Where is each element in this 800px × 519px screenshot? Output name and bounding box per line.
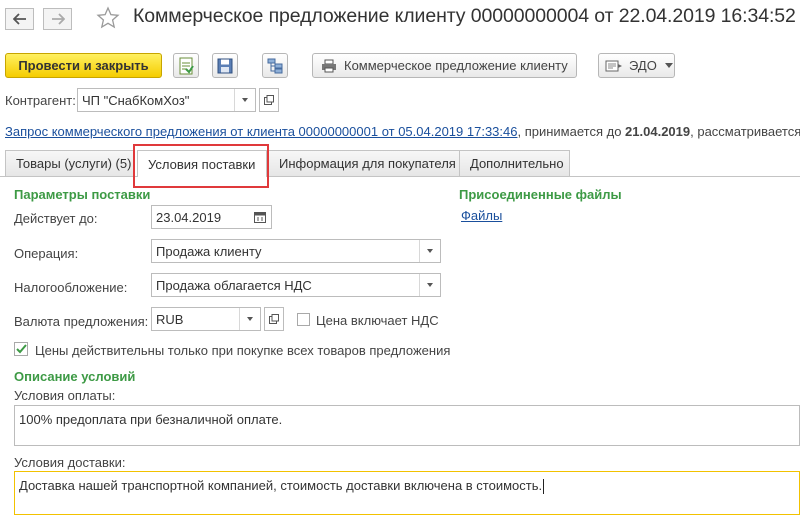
post-and-close-button[interactable]: Провести и закрыть xyxy=(5,53,162,78)
operation-select[interactable]: Продажа клиенту xyxy=(151,239,441,263)
currency-field[interactable]: RUB xyxy=(151,307,261,331)
post-button[interactable] xyxy=(173,53,199,78)
open-icon xyxy=(269,314,279,324)
tab-buyer-info[interactable]: Информация для покупателя xyxy=(268,150,460,176)
price-includes-vat-checkbox[interactable] xyxy=(297,313,310,326)
payment-terms-textarea[interactable]: 100% предоплата при безналичной оплате. xyxy=(14,405,800,446)
taxation-label: Налогообложение: xyxy=(14,280,128,295)
price-includes-vat-label: Цена включает НДС xyxy=(316,313,439,328)
text-cursor xyxy=(543,479,545,495)
valid-until-value: 23.04.2019 xyxy=(156,209,222,225)
payment-terms-value: 100% предоплата при безналичной оплате. xyxy=(19,412,283,427)
currency-open-button[interactable] xyxy=(264,307,284,331)
delivery-terms-textarea[interactable]: Доставка нашей транспортной компанией, с… xyxy=(14,471,800,515)
printer-icon xyxy=(322,59,336,72)
request-mid-text: , принимается до xyxy=(517,124,626,139)
counterparty-open-button[interactable] xyxy=(259,88,279,112)
save-icon xyxy=(217,58,233,73)
structure-button[interactable] xyxy=(262,53,288,78)
attached-files-title: Присоединенные файлы xyxy=(459,187,622,202)
open-icon xyxy=(264,95,274,105)
tab-additional[interactable]: Дополнительно xyxy=(459,150,570,176)
edo-dropdown-button[interactable]: ЭДО xyxy=(598,53,675,78)
request-link[interactable]: Запрос коммерческого предложения от клие… xyxy=(5,124,517,139)
valid-all-items-label: Цены действительны только при покупке вс… xyxy=(35,343,451,358)
post-document-icon xyxy=(179,57,194,74)
request-line: Запрос коммерческого предложения от клие… xyxy=(5,124,800,139)
delivery-terms-value: Доставка нашей транспортной компанией, с… xyxy=(19,478,543,493)
tabs-divider xyxy=(0,176,800,177)
print-offer-button[interactable]: Коммерческое предложение клиенту xyxy=(312,53,577,78)
request-accept-date: 21.04.2019 xyxy=(625,124,691,139)
hierarchy-icon xyxy=(267,58,283,73)
currency-dropdown-icon[interactable] xyxy=(239,308,260,330)
edo-label: ЭДО xyxy=(629,58,657,73)
valid-until-field[interactable]: 23.04.2019 xyxy=(151,205,272,229)
valid-until-label: Действует до: xyxy=(14,211,98,226)
check-icon xyxy=(15,344,27,354)
arrow-left-icon xyxy=(12,13,26,25)
arrow-right-icon xyxy=(51,13,65,25)
counterparty-dropdown-icon[interactable] xyxy=(234,89,255,111)
currency-value: RUB xyxy=(156,311,184,327)
chevron-down-icon xyxy=(664,63,673,68)
counterparty-value: ЧП "СнабКомХоз" xyxy=(82,92,190,108)
forward-button[interactable] xyxy=(43,8,72,30)
taxation-select[interactable]: Продажа облагается НДС xyxy=(151,273,441,297)
request-tail-text: , рассматривается xyxy=(690,124,800,139)
operation-value: Продажа клиенту xyxy=(156,243,262,259)
taxation-value: Продажа облагается НДС xyxy=(156,277,312,293)
conditions-title: Описание условий xyxy=(14,369,136,384)
taxation-dropdown-icon[interactable] xyxy=(419,274,440,296)
tab-products[interactable]: Товары (услуги) (5) xyxy=(5,150,135,176)
valid-all-items-checkbox[interactable] xyxy=(14,342,28,356)
favorite-button[interactable] xyxy=(96,6,120,33)
print-offer-label: Коммерческое предложение клиенту xyxy=(344,58,568,73)
counterparty-field[interactable]: ЧП "СнабКомХоз" xyxy=(77,88,256,112)
currency-label: Валюта предложения: xyxy=(14,314,149,329)
delivery-params-title: Параметры поставки xyxy=(14,187,151,202)
window-title: Коммерческое предложение клиенту 0000000… xyxy=(133,5,796,27)
files-link[interactable]: Файлы xyxy=(461,208,502,223)
counterparty-label: Контрагент: xyxy=(5,93,76,108)
payment-terms-label: Условия оплаты: xyxy=(14,388,116,403)
star-icon xyxy=(96,6,120,29)
back-button[interactable] xyxy=(5,8,34,30)
calendar-icon[interactable] xyxy=(254,211,266,226)
delivery-terms-label: Условия доставки: xyxy=(14,455,126,470)
save-button[interactable] xyxy=(212,53,238,78)
highlight-frame xyxy=(133,144,269,188)
operation-dropdown-icon[interactable] xyxy=(419,240,440,262)
edo-icon xyxy=(605,60,622,71)
operation-label: Операция: xyxy=(14,246,79,261)
